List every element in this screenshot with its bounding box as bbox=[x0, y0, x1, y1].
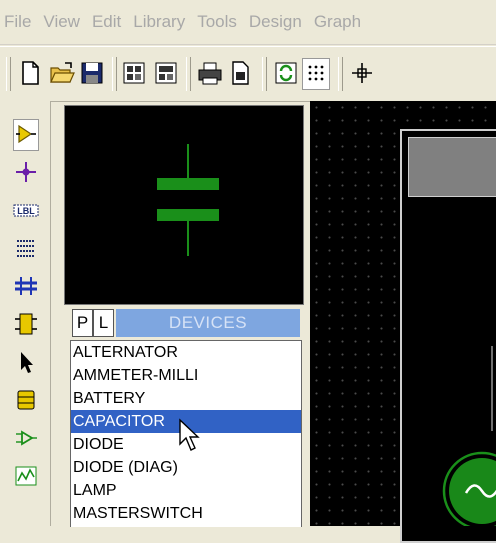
import-icon[interactable] bbox=[120, 58, 148, 88]
mouse-cursor-icon bbox=[179, 418, 200, 451]
menu-bar: File View Edit Library Tools Design Grap… bbox=[0, 0, 496, 45]
list-item[interactable]: BATTERY bbox=[71, 387, 301, 410]
list-item[interactable]: LAMP bbox=[71, 479, 301, 502]
page-setup-icon[interactable] bbox=[226, 58, 254, 88]
menu-design[interactable]: Design bbox=[243, 12, 308, 32]
grid-icon[interactable] bbox=[302, 58, 330, 90]
toolbar-separator bbox=[186, 57, 191, 91]
main-toolbar bbox=[0, 46, 496, 102]
devices-title: DEVICES bbox=[116, 309, 300, 337]
subcircuit-icon[interactable] bbox=[13, 309, 39, 339]
devices-panel: P L DEVICES ALTERNATOR AMMETER-MILLI BAT… bbox=[70, 307, 302, 527]
canvas-components bbox=[442, 346, 496, 526]
menu-graph[interactable]: Graph bbox=[308, 12, 367, 32]
mode-toolbar: LBL bbox=[0, 101, 51, 526]
menu-file[interactable]: File bbox=[0, 12, 37, 32]
component-preview bbox=[64, 105, 304, 305]
list-item[interactable]: DIODE (DIAG) bbox=[71, 456, 301, 479]
pick-button[interactable]: P bbox=[72, 309, 93, 337]
open-folder-icon[interactable] bbox=[48, 58, 76, 88]
script-icon[interactable] bbox=[13, 233, 39, 263]
library-button[interactable]: L bbox=[93, 309, 114, 337]
menu-library[interactable]: Library bbox=[127, 12, 191, 32]
devices-header: P L DEVICES bbox=[70, 307, 302, 338]
component-mode-icon[interactable] bbox=[13, 119, 39, 151]
terminal-icon[interactable] bbox=[13, 385, 39, 415]
export-icon[interactable] bbox=[152, 58, 180, 88]
port-icon[interactable] bbox=[13, 423, 39, 453]
graph-icon[interactable] bbox=[13, 461, 39, 491]
refresh-icon[interactable] bbox=[272, 58, 300, 88]
menu-view[interactable]: View bbox=[37, 12, 86, 32]
toolbar-separator bbox=[262, 57, 267, 91]
new-file-icon[interactable] bbox=[16, 58, 44, 88]
list-item[interactable]: MASTERSWITCH bbox=[71, 502, 301, 525]
origin-icon[interactable] bbox=[348, 58, 376, 88]
label-tool-text: LBL bbox=[17, 206, 35, 216]
save-icon[interactable] bbox=[78, 58, 106, 88]
toolbar-separator bbox=[338, 57, 343, 91]
menu-edit[interactable]: Edit bbox=[86, 12, 127, 32]
toolbar-grip[interactable] bbox=[6, 57, 11, 91]
schematic-canvas[interactable] bbox=[310, 101, 496, 543]
list-item[interactable]: ALTERNATOR bbox=[71, 341, 301, 364]
print-icon[interactable] bbox=[196, 58, 224, 88]
junction-icon[interactable] bbox=[13, 157, 39, 187]
menu-tools[interactable]: Tools bbox=[191, 12, 243, 32]
bus-icon[interactable] bbox=[13, 271, 39, 301]
wire-label-icon[interactable]: LBL bbox=[13, 195, 39, 225]
selection-arrow-icon[interactable] bbox=[13, 347, 39, 377]
capacitor-symbol-icon bbox=[157, 144, 219, 256]
list-item[interactable]: AMMETER-MILLI bbox=[71, 364, 301, 387]
toolbar-separator bbox=[112, 57, 117, 91]
